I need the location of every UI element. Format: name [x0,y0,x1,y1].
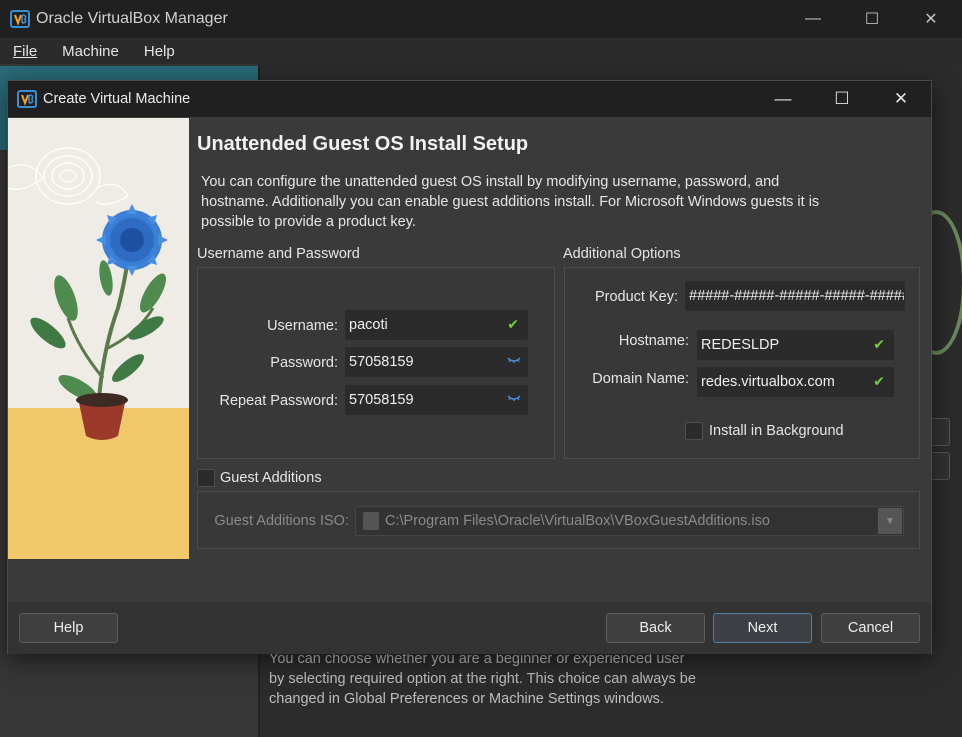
main-maximize-button[interactable]: ☐ [843,0,901,38]
password-label: Password: [270,355,338,371]
cancel-button[interactable]: Cancel [821,613,920,643]
valid-check-icon: ✔ [507,316,519,332]
flower-pot-illustration [8,147,189,559]
guest-additions-label[interactable]: Guest Additions [220,470,322,486]
welcome-description: You can choose whether you are a beginne… [269,651,696,707]
chevron-down-icon[interactable]: ▼ [878,508,902,534]
dialog-titlebar: Create Virtual Machine — ☐ ✕ [8,81,931,117]
guest-additions-iso-select[interactable]: C:\Program Files\Oracle\VirtualBox\VBoxG… [355,506,904,536]
wizard-illustration [8,118,189,559]
show-password-icon[interactable] [507,393,521,403]
create-vm-dialog: Create Virtual Machine — ☐ ✕ Unattended … [7,80,932,654]
back-button[interactable]: Back [606,613,705,643]
hostname-input[interactable]: REDESLDP ✔ [697,330,894,360]
main-close-button[interactable]: ✕ [902,0,960,38]
username-value: pacoti [349,317,388,333]
page-description: You can configure the unattended guest O… [201,174,820,230]
password-value: 57058159 [349,354,414,370]
install-in-background-label[interactable]: Install in Background [709,423,844,439]
install-in-background-checkbox[interactable] [685,422,703,440]
main-window-title: Oracle VirtualBox Manager [36,10,228,27]
page-heading: Unattended Guest OS Install Setup [197,133,529,155]
dialog-maximize-button[interactable]: ☐ [813,81,871,117]
virtualbox-logo-icon [17,90,37,108]
options-group-label: Additional Options [563,246,681,262]
domain-name-label: Domain Name: [592,371,689,387]
virtualbox-logo-icon [10,10,30,28]
menu-file[interactable]: File [13,43,37,60]
domain-name-input[interactable]: redes.virtualbox.com ✔ [697,367,894,397]
password-input[interactable]: 57058159 [345,347,528,377]
dialog-close-button[interactable]: ✕ [872,81,930,117]
dialog-minimize-button[interactable]: — [754,81,812,117]
valid-check-icon: ✔ [873,336,885,352]
guest-additions-iso-label: Guest Additions ISO: [214,513,349,529]
main-minimize-button[interactable]: — [784,0,842,38]
guest-additions-iso-value: C:\Program Files\Oracle\VirtualBox\VBoxG… [385,513,770,529]
username-label: Username: [267,318,338,334]
main-menubar: File Machine Help [0,38,962,64]
dialog-footer: Help Back Next Cancel [8,602,931,654]
product-key-value: #####-#####-#####-#####-##### [689,288,905,304]
next-button[interactable]: Next [713,613,812,643]
disc-image-icon [363,512,379,530]
dialog-title: Create Virtual Machine [43,91,191,107]
credentials-group-label: Username and Password [197,246,360,262]
guest-additions-checkbox[interactable] [197,469,215,487]
menu-machine[interactable]: Machine [62,43,119,60]
repeat-password-value: 57058159 [349,392,414,408]
help-button[interactable]: Help [19,613,118,643]
menu-help[interactable]: Help [144,43,175,60]
hostname-label: Hostname: [618,333,689,349]
main-titlebar: Oracle VirtualBox Manager — ☐ ✕ [0,0,962,38]
product-key-label: Product Key: [594,289,678,305]
repeat-password-label: Repeat Password: [219,393,338,409]
domain-name-value: redes.virtualbox.com [701,374,835,390]
repeat-password-input[interactable]: 57058159 [345,385,528,415]
username-input[interactable]: pacoti ✔ [345,310,528,340]
valid-check-icon: ✔ [873,373,885,389]
hostname-value: REDESLDP [701,337,780,353]
product-key-input[interactable]: #####-#####-#####-#####-##### [685,281,905,311]
show-password-icon[interactable] [507,355,521,365]
